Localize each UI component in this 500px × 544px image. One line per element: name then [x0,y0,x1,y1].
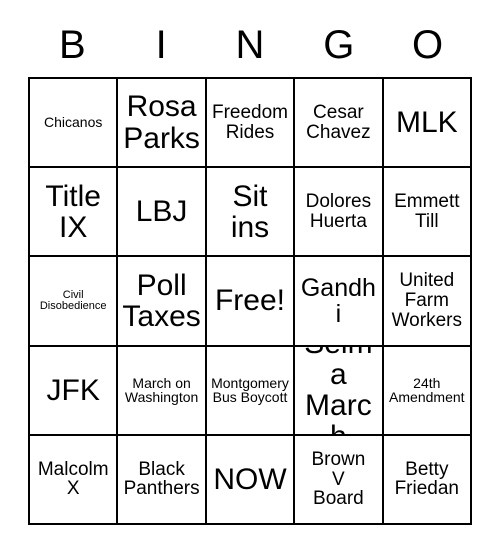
bingo-cell-label: Dolores Huerta [305,191,372,232]
bingo-cell-label: Gandhi [300,273,376,328]
bingo-cell[interactable]: Rosa Parks [118,79,207,169]
bingo-cell-label: Brown V Board [311,448,366,510]
bingo-cell[interactable]: Sit ins [206,168,296,258]
bingo-cell[interactable]: JFK [30,346,119,436]
bingo-header-letter-g: G [323,23,355,67]
bingo-grid: Chicanos Rosa Parks Freedom Rides Cesar Chavez… [28,77,472,525]
bingo-cell-label: Rosa Parks [123,90,200,155]
bingo-cell-label: Civil Disobedience [39,288,107,312]
bingo-cell[interactable]: Gandhi [295,257,384,347]
bingo-cell[interactable]: Title IX [30,168,119,258]
bingo-cell-label: Poll Taxes [122,268,201,333]
bingo-cell[interactable]: Emmett Till [383,168,472,258]
bingo-cell-label: NOW [213,462,287,496]
bingo-cell[interactable]: United Farm Workers [383,257,472,347]
bingo-cell-label: Betty Friedan [394,458,459,500]
bingo-cell[interactable]: Malcolm X [30,435,119,525]
bingo-cell-label: JFK [46,373,100,407]
bingo-cell-label: Title IX [45,179,101,244]
bingo-cell[interactable]: Dolores Huerta [295,168,384,258]
bingo-cell-label: LBJ [135,195,188,229]
bingo-cell[interactable]: Civil Disobedience [30,257,119,347]
bingo-cell-label: Black Panthers [123,458,200,500]
bingo-cell[interactable]: Freedom Rides [206,79,296,169]
bingo-cell[interactable]: March on Washington [118,346,207,436]
bingo-cell-label: Free! [214,284,285,318]
bingo-cell[interactable]: LBJ [118,168,207,258]
bingo-cell-label: MLK [395,106,458,139]
bingo-header-letter-b: B [59,23,86,67]
bingo-cell[interactable]: MLK [383,79,472,169]
bingo-cell[interactable]: Poll Taxes [118,257,207,347]
bingo-cell[interactable]: Black Panthers [118,435,207,525]
bingo-cell[interactable]: 24th Amendment [383,346,472,436]
bingo-cell-label: SelmaMarch [304,347,372,434]
bingo-cell-label: United Farm Workers [391,270,462,331]
bingo-cell-label: Cesar Chavez [306,101,371,143]
bingo-header-row: B I N G O [28,18,472,72]
bingo-cell-label: March on Washington [124,374,199,406]
bingo-cell-label: Freedom Rides [211,101,288,143]
bingo-free-cell[interactable]: Free! [206,257,296,347]
bingo-cell-label: Malcolm X [37,458,109,500]
bingo-cell-label: Montgomery Bus Boycott [211,374,289,406]
bingo-cell[interactable]: Montgomery Bus Boycott [206,346,296,436]
bingo-cell[interactable]: Brown V Board [295,435,384,525]
bingo-cell[interactable]: NOW [206,435,296,525]
bingo-header-letter-i: I [155,23,167,67]
bingo-cell[interactable]: SelmaMarch [295,346,384,436]
bingo-cell[interactable]: Cesar Chavez [295,79,384,169]
bingo-cell-label: Sit ins [230,179,270,244]
bingo-card: B I N G O Chicanos Rosa Parks Freedom Rides C… [0,0,500,544]
bingo-header-letter-n: N [235,23,265,67]
bingo-cell[interactable]: Chicanos [30,79,119,169]
bingo-header-letter-o: O [412,23,444,67]
bingo-cell-label: Chicanos [44,114,103,131]
bingo-cell-label: Emmett Till [394,191,460,232]
bingo-cell[interactable]: Betty Friedan [383,435,472,525]
bingo-cell-label: 24th Amendment [389,374,465,406]
